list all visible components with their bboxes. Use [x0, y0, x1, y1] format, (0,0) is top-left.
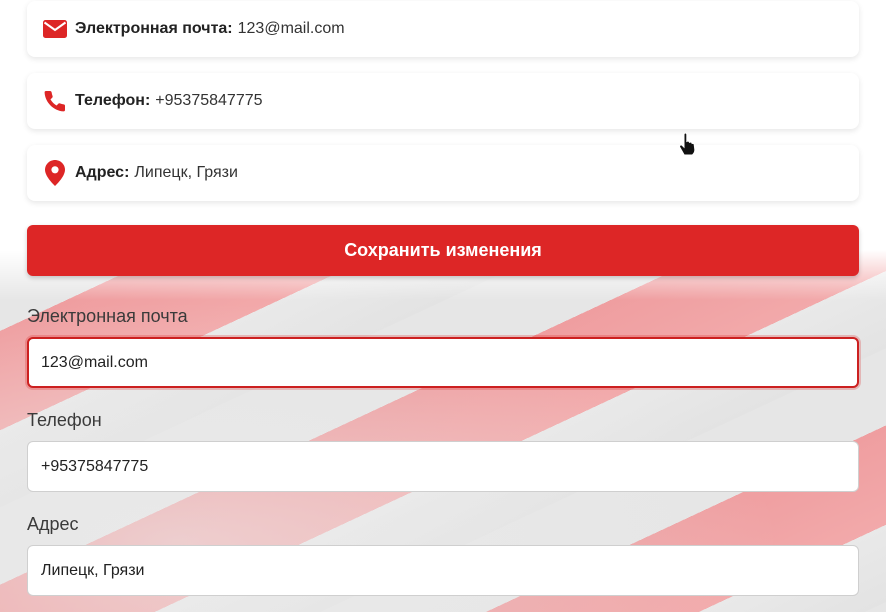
- phone-icon: [43, 89, 67, 113]
- info-email-value: 123@mail.com: [237, 20, 345, 37]
- info-card-address: Адрес: Липецк, Грязи: [27, 145, 859, 201]
- info-phone-value: +95375847775: [155, 92, 263, 109]
- address-field[interactable]: [27, 545, 859, 596]
- email-field-label: Электронная почта: [27, 306, 188, 326]
- info-address-label: Адрес:: [75, 164, 130, 181]
- hand-pointer-icon: [679, 133, 696, 155]
- info-address-value: Липецк, Грязи: [134, 164, 238, 181]
- info-card-email: Электронная почта: 123@mail.com: [27, 1, 859, 57]
- map-pin-icon: [43, 160, 67, 186]
- info-phone-label: Телефон:: [75, 92, 151, 109]
- email-field[interactable]: [27, 337, 859, 388]
- save-changes-button[interactable]: Сохранить изменения: [27, 225, 859, 276]
- phone-field-label: Телефон: [27, 410, 102, 430]
- envelope-icon: [43, 17, 67, 41]
- phone-field[interactable]: [27, 441, 859, 492]
- info-card-phone: Телефон: +95375847775: [27, 73, 859, 129]
- address-field-label: Адрес: [27, 514, 79, 534]
- info-email-label: Электронная почта:: [75, 20, 233, 37]
